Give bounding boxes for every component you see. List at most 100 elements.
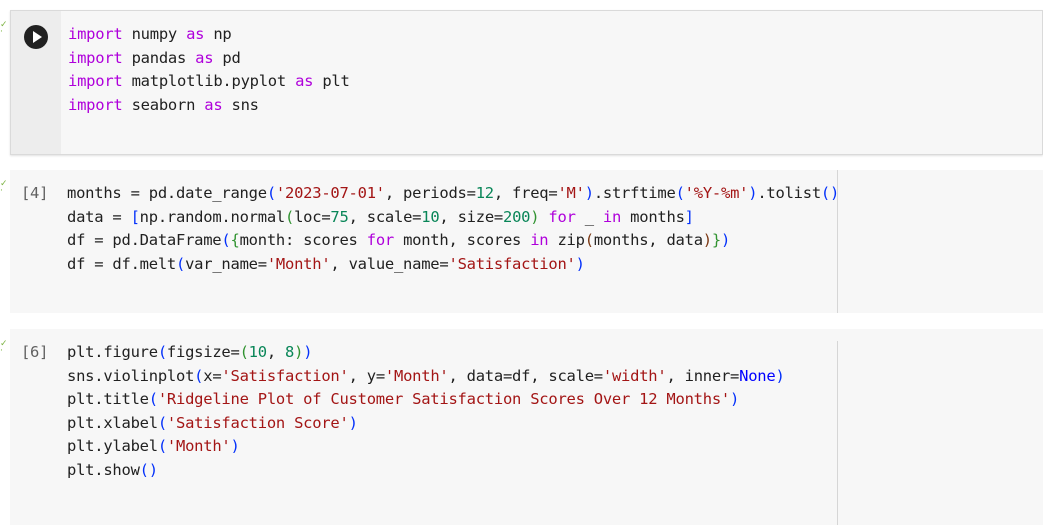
code-token: '2023-07-01' bbox=[275, 184, 385, 202]
code-token: ( bbox=[675, 184, 685, 202]
code-token: () bbox=[139, 460, 158, 479]
code-token: import bbox=[68, 95, 123, 114]
code-editor[interactable]: months = pd.date_range('2023-07-01', per… bbox=[67, 182, 839, 276]
code-token: np bbox=[204, 25, 232, 43]
code-token: np.random.normal bbox=[139, 207, 286, 226]
code-token: matplotlib.pyplot bbox=[122, 72, 296, 90]
code-line: sns.violinplot(x='Satisfaction', y='Mont… bbox=[67, 365, 785, 389]
code-token: 200 bbox=[502, 207, 531, 226]
code-token: numpy bbox=[122, 25, 187, 43]
code-token: zip bbox=[548, 231, 585, 249]
code-cell[interactable]: import numpy as np import pandas as pd imp… bbox=[10, 10, 1043, 155]
code-token: , freq= bbox=[493, 184, 558, 202]
code-token: data = bbox=[67, 207, 131, 226]
code-token: sns bbox=[222, 95, 260, 114]
code-token: month: scores bbox=[239, 231, 367, 249]
code-token: pd bbox=[213, 48, 241, 67]
code-token: ( bbox=[175, 254, 186, 273]
code-token: ( bbox=[148, 390, 158, 408]
run-cell-icon[interactable] bbox=[24, 25, 48, 49]
code-token: ( bbox=[284, 207, 295, 226]
code-token: 'M' bbox=[557, 184, 585, 202]
code-token: ) bbox=[720, 231, 731, 249]
code-token: as bbox=[186, 25, 205, 43]
code-line: months = pd.date_range('2023-07-01', per… bbox=[67, 182, 839, 206]
code-token: '%Y-%m' bbox=[684, 184, 749, 202]
code-token: , inner= bbox=[666, 366, 740, 385]
code-cell[interactable]: [4] months = pd.date_range('2023-07-01',… bbox=[10, 170, 1043, 313]
code-token: 'Satisfaction' bbox=[448, 254, 576, 273]
code-token: ( bbox=[266, 184, 276, 202]
code-token: ( bbox=[194, 366, 204, 385]
code-token: 'Satisfaction Score' bbox=[166, 413, 349, 432]
code-line: import pandas as pd bbox=[68, 47, 350, 71]
code-token: 10 bbox=[248, 343, 267, 361]
code-token: ) bbox=[294, 343, 304, 361]
code-line: plt.xlabel('Satisfaction Score') bbox=[67, 412, 785, 436]
code-token: plt bbox=[313, 72, 350, 90]
code-token: seaborn bbox=[122, 95, 205, 114]
cell-status-icon: ✓ · bbox=[0, 20, 8, 37]
code-line: df = df.melt(var_name='Month', value_nam… bbox=[67, 253, 839, 277]
execution-count: [6] bbox=[21, 343, 49, 361]
run-gutter bbox=[11, 11, 61, 154]
code-line: df = pd.DataFrame ({month: scores for mon… bbox=[67, 229, 839, 253]
code-line: import numpy as np bbox=[68, 23, 350, 47]
code-token: _ bbox=[575, 207, 603, 226]
code-token: } bbox=[711, 231, 721, 249]
code-token: df = df.melt bbox=[67, 254, 176, 273]
code-token: month, scores bbox=[393, 231, 531, 249]
code-token: ( bbox=[239, 343, 249, 361]
code-token: , scale= bbox=[348, 207, 422, 226]
code-token: ) bbox=[730, 390, 740, 408]
cell-status-icon: ✓ · bbox=[0, 339, 8, 356]
code-token: sns.violinplot bbox=[67, 366, 195, 385]
line-length-ruler bbox=[837, 341, 838, 525]
code-token: x= bbox=[203, 366, 222, 385]
code-token: months, data bbox=[593, 231, 703, 249]
code-line: import matplotlib.pyplot as plt bbox=[68, 70, 350, 94]
code-token: 'Ridgeline Plot of Customer Satisfaction… bbox=[157, 390, 730, 408]
code-token: , periods= bbox=[384, 184, 476, 202]
code-token: df = pd.DataFrame bbox=[67, 231, 222, 249]
code-line: plt.show() bbox=[67, 459, 785, 483]
code-token: ) bbox=[584, 184, 594, 202]
code-token: ( bbox=[157, 343, 167, 361]
code-token: { bbox=[230, 231, 240, 249]
code-token: 'Satisfaction' bbox=[221, 366, 349, 385]
code-token: plt.title bbox=[67, 390, 149, 408]
code-line: data = [np.random.normal(loc=75, scale=1… bbox=[67, 206, 839, 230]
code-token: 8 bbox=[285, 343, 295, 361]
code-token: , bbox=[266, 343, 286, 361]
code-token: import bbox=[68, 25, 123, 43]
code-token: as bbox=[195, 48, 214, 67]
code-line: plt.figure(figsize=(10, 8)) bbox=[67, 341, 785, 365]
code-token: import bbox=[68, 48, 123, 67]
line-length-ruler bbox=[837, 170, 838, 313]
code-token: None bbox=[739, 366, 776, 385]
code-cell[interactable]: [6] plt.figure(figsize=(10, 8)) sns.violi… bbox=[10, 329, 1043, 525]
code-line: plt.ylabel('Month') bbox=[67, 435, 785, 459]
code-editor[interactable]: plt.figure(figsize=(10, 8)) sns.violinplo… bbox=[67, 341, 785, 482]
code-editor[interactable]: import numpy as np import pandas as pd imp… bbox=[68, 23, 350, 117]
code-token: 'Month' bbox=[266, 254, 331, 273]
execution-count: [4] bbox=[21, 184, 49, 202]
code-token: import bbox=[68, 72, 123, 90]
code-token: figsize= bbox=[166, 343, 240, 361]
code-line: plt.title('Ridgeline Plot of Customer Sa… bbox=[67, 388, 785, 412]
code-token: ) bbox=[775, 366, 785, 385]
code-token: ) bbox=[748, 184, 758, 202]
code-token: plt.show bbox=[67, 460, 140, 479]
code-token: ) bbox=[230, 437, 240, 455]
code-token: ) bbox=[303, 343, 313, 361]
code-token: , value_name= bbox=[330, 254, 449, 273]
code-token: , size= bbox=[439, 207, 503, 226]
code-token: for bbox=[366, 231, 395, 249]
code-token: .tolist bbox=[757, 184, 821, 202]
code-token: [ bbox=[130, 207, 140, 226]
code-token: 75 bbox=[330, 207, 349, 226]
code-token: ) bbox=[530, 207, 540, 226]
code-token: ( bbox=[157, 413, 167, 432]
code-token: plt.figure bbox=[67, 343, 158, 361]
code-token: .strftime bbox=[593, 184, 676, 202]
